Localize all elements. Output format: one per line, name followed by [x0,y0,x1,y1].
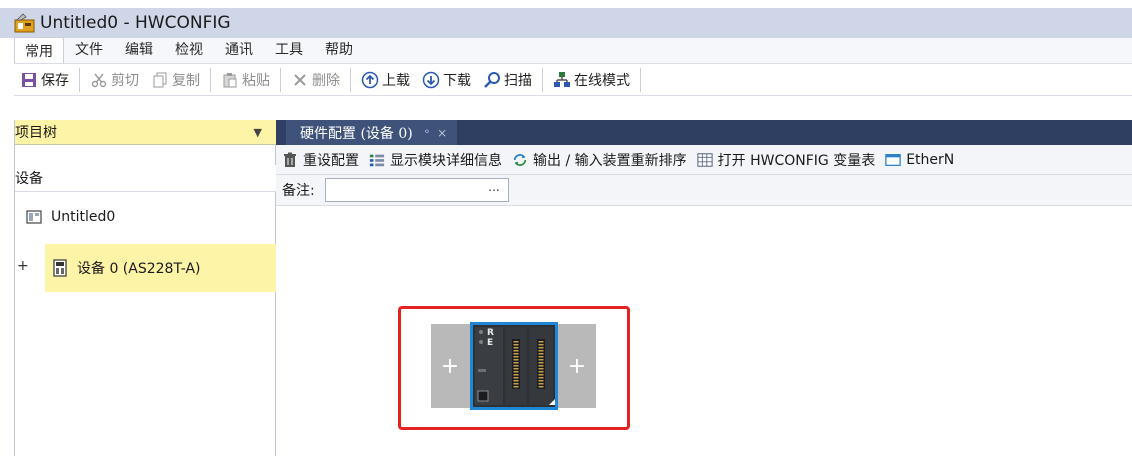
menu-help[interactable]: 帮助 [314,39,364,63]
add-module-left-button[interactable]: + [431,324,469,408]
copy-icon [151,71,169,89]
download-label: 下载 [443,72,471,89]
cut-button[interactable]: 剪切 [84,67,145,93]
open-variable-table-button[interactable]: 打开 HWCONFIG 变量表 [696,150,876,170]
trash-icon [282,152,298,168]
menu-tools[interactable]: 工具 [264,39,314,63]
led-e-label: E [487,338,494,348]
ribbon-separator [350,67,351,92]
ribbon-separator [210,67,211,92]
ribbon-separator [79,67,80,92]
tab-hardware-config-label: 硬件配置 (设备 0) [300,125,413,142]
download-arrow-icon [422,71,440,89]
project-icon [25,208,43,226]
delete-label: 删除 [312,72,340,89]
window-icon [885,152,901,168]
scan-label: 扫描 [504,72,532,89]
show-module-details-button[interactable]: 显示模块详细信息 [369,150,502,170]
project-tree-title: 项目树 [15,125,57,141]
copy-label: 复制 [172,72,200,89]
notes-row: 备注: ... [276,175,1132,206]
pin-icon[interactable]: ▼ [254,126,262,139]
save-button[interactable]: 保存 [14,67,75,93]
reset-config-label: 重设配置 [303,152,359,169]
ethernet-label: EtherN [906,151,955,168]
tab-hardware-config[interactable]: 硬件配置 (设备 0) ⚬ × [286,120,458,145]
ribbon-toolbar: 保存 剪切 复制 粘贴 删除 上载 下载 扫描 在线模式 [14,64,1132,96]
notes-label: 备注: [282,183,315,199]
table-icon [696,152,713,168]
tab-pin-icon[interactable]: ⚬ [423,127,431,138]
tree-section-devices: 设备 [15,165,276,192]
reorder-io-button[interactable]: 输出 / 输入装置重新排序 [512,150,687,170]
tree-section-label: 设备 [15,171,43,187]
window-title: Untitled0 - HWCONFIG [40,13,231,33]
menu-bar: 常用 文件 编辑 检视 通讯 工具 帮助 [14,37,1132,64]
scan-button[interactable]: 扫描 [477,67,538,93]
ribbon-separator [640,67,641,92]
notes-field[interactable]: ... [324,178,509,202]
notes-browse-button[interactable]: ... [488,180,499,194]
copy-button[interactable]: 复制 [145,67,206,93]
project-tree-header: 项目树 ▼ [15,120,276,145]
tabbar-gap [276,96,1132,120]
reorder-io-label: 输出 / 输入装置重新排序 [533,152,687,169]
ribbon-separator [280,67,281,92]
magnifier-icon [483,71,501,89]
plc-module-graphic [473,325,555,407]
add-module-right-button[interactable]: + [558,324,596,408]
network-icon [553,71,571,89]
project-tree-panel: 项目树 ▼ 设备 Untitled0 + 设备 0 (AS228T-A) [14,120,276,456]
document-tab-bar: 硬件配置 (设备 0) ⚬ × [276,120,1132,145]
save-label: 保存 [41,72,69,89]
menu-home[interactable]: 常用 [14,37,64,63]
details-list-icon [369,152,385,168]
menu-view[interactable]: 检视 [164,39,214,63]
paste-label: 粘贴 [242,72,270,89]
cut-label: 剪切 [111,72,139,89]
download-button[interactable]: 下载 [416,67,477,93]
upload-arrow-icon [361,71,379,89]
tree-item-project[interactable]: Untitled0 [15,202,115,232]
rack: + R E + [431,322,596,410]
tree-root-label: Untitled0 [51,209,116,225]
title-bar: Untitled0 - HWCONFIG [0,8,1132,38]
delete-x-icon [291,71,309,89]
refresh-icon [512,152,528,168]
online-mode-button[interactable]: 在线模式 [547,67,636,93]
tree-expand-icon[interactable]: + [17,258,29,274]
online-mode-label: 在线模式 [574,72,630,89]
top-strip [0,0,1132,8]
led-r-label: R [487,328,494,338]
plc-device-icon [51,259,69,277]
ribbon-separator [542,67,543,92]
scissors-icon [90,71,108,89]
ethernet-button[interactable]: EtherN [885,152,954,168]
upload-button[interactable]: 上载 [355,67,416,93]
upload-label: 上载 [382,72,410,89]
reset-config-button[interactable]: 重设配置 [282,150,359,170]
show-module-details-label: 显示模块详细信息 [390,152,502,169]
device-label: 设备 0 (AS228T-A) [77,261,201,277]
tab-close-icon[interactable]: × [437,126,447,140]
paste-button[interactable]: 粘贴 [215,67,276,93]
open-variable-table-label: 打开 HWCONFIG 变量表 [717,152,876,169]
add-right-label: + [567,353,587,379]
tree-item-device-0[interactable]: 设备 0 (AS228T-A) [45,244,276,292]
plc-cpu-module[interactable]: R E [470,322,558,410]
hardware-canvas: + R E + [276,206,1132,456]
hwconfig-app-icon [14,13,36,33]
add-left-label: + [440,353,460,379]
paste-icon [221,71,239,89]
hwconfig-toolbar: 重设配置 显示模块详细信息 输出 / 输入装置重新排序 打开 HWCONFIG … [276,145,1132,175]
menu-file[interactable]: 文件 [64,39,114,63]
panel-gap [14,96,276,120]
menu-communication[interactable]: 通讯 [214,39,264,63]
menu-edit[interactable]: 编辑 [114,39,164,63]
save-icon [20,71,38,89]
delete-button[interactable]: 删除 [285,67,346,93]
